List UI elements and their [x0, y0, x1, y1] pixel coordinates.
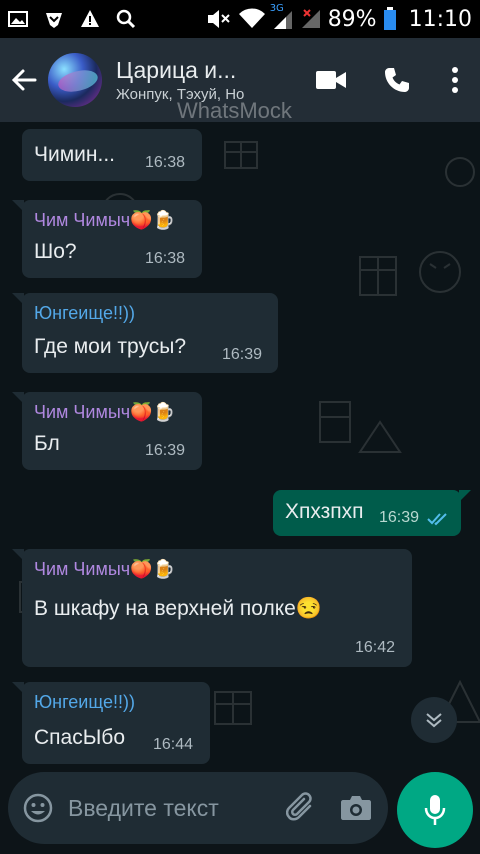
- message-list[interactable]: Чимин... 16:38 Чим Чимыч🍑🍺 Шо? 16:38 Юнг…: [0, 122, 480, 770]
- read-receipt-icon: [427, 513, 447, 526]
- chat-title-block[interactable]: Царица и... Жонпук, Тэхуй, Но: [116, 57, 266, 103]
- message-bubble-incoming[interactable]: Чим Чимыч🍑🍺 В шкафу на верхней полке😒 16…: [12, 549, 412, 667]
- menu-button[interactable]: [430, 38, 480, 122]
- shield-app-icon: [46, 13, 62, 28]
- message-input[interactable]: [68, 794, 273, 822]
- phone-icon: [385, 68, 409, 92]
- back-button[interactable]: [4, 38, 44, 122]
- back-arrow-icon: [11, 69, 37, 91]
- message-bubble-incoming[interactable]: Чим Чимыч🍑🍺 Бл 16:39: [12, 392, 202, 470]
- gallery-icon: [8, 11, 28, 27]
- emoji-icon: [23, 793, 53, 823]
- sender-name[interactable]: Чим Чимыч🍑🍺: [34, 402, 175, 423]
- sender-name[interactable]: Чим Чимыч🍑🍺: [34, 559, 175, 580]
- sender-name[interactable]: Юнгеище!!)): [34, 303, 135, 324]
- message-bubble-incoming[interactable]: Юнгеище!!)) Где мои трусы? 16:39: [12, 293, 278, 373]
- emoji-button[interactable]: [8, 772, 68, 844]
- status-bar: 3G 89% 11:10: [0, 0, 480, 38]
- search-icon: [116, 9, 136, 29]
- message-time: 16:39: [145, 442, 186, 459]
- message-text: Чимин...: [34, 143, 115, 166]
- scroll-to-bottom-button[interactable]: [411, 697, 457, 743]
- more-vert-icon: [452, 67, 458, 93]
- message-text: Шо?: [34, 240, 77, 263]
- camera-icon: [340, 796, 371, 820]
- video-call-button[interactable]: [298, 38, 364, 122]
- watermark: WhatsMock: [177, 98, 292, 123]
- voice-call-button[interactable]: [364, 38, 430, 122]
- message-time: 16:38: [145, 154, 186, 171]
- voice-record-button[interactable]: [397, 772, 473, 848]
- composer: [8, 772, 388, 844]
- wifi-icon: [238, 8, 265, 28]
- camera-button[interactable]: [328, 772, 383, 844]
- signal-no-sim-icon: [301, 9, 320, 28]
- message-text: В шкафу на верхней полке😒: [34, 597, 322, 620]
- chevron-down-icon: [426, 713, 442, 728]
- attach-button[interactable]: [273, 772, 328, 844]
- message-bubble-incoming[interactable]: Юнгеище!!)) СпасЫбо 16:44: [12, 682, 210, 764]
- signal-3g-icon: 3G: [270, 3, 294, 31]
- warning-icon: [81, 10, 99, 27]
- sender-name[interactable]: Чим Чимыч🍑🍺: [34, 210, 175, 231]
- group-avatar[interactable]: [48, 53, 102, 107]
- message-bubble-incoming[interactable]: Чим Чимыч🍑🍺 Шо? 16:38: [12, 200, 202, 278]
- message-time: 16:38: [145, 250, 186, 267]
- message-text: Где мои трусы?: [34, 335, 187, 358]
- battery-icon: [383, 7, 396, 30]
- mute-icon: [207, 10, 230, 28]
- chat-title: Царица и...: [116, 57, 237, 83]
- sender-name[interactable]: Юнгеище!!)): [34, 692, 135, 713]
- message-time: 16:39: [222, 346, 263, 363]
- message-bubble-incoming[interactable]: Чимин... 16:38: [22, 129, 202, 181]
- message-time: 16:42: [355, 639, 396, 656]
- battery-percent: 89%: [327, 6, 377, 32]
- clock: 11:10: [408, 6, 472, 32]
- message-time: 16:44: [153, 736, 194, 753]
- message-time: 16:39: [379, 509, 420, 526]
- attach-icon: [285, 792, 312, 821]
- message-text: СпасЫбо: [34, 726, 126, 749]
- mic-icon: [424, 795, 446, 825]
- message-bubble-outgoing[interactable]: Хпхзпхп 16:39: [273, 490, 471, 536]
- message-text: Бл: [34, 432, 60, 455]
- message-text: Хпхзпхп: [285, 500, 364, 523]
- video-call-icon: [316, 71, 346, 89]
